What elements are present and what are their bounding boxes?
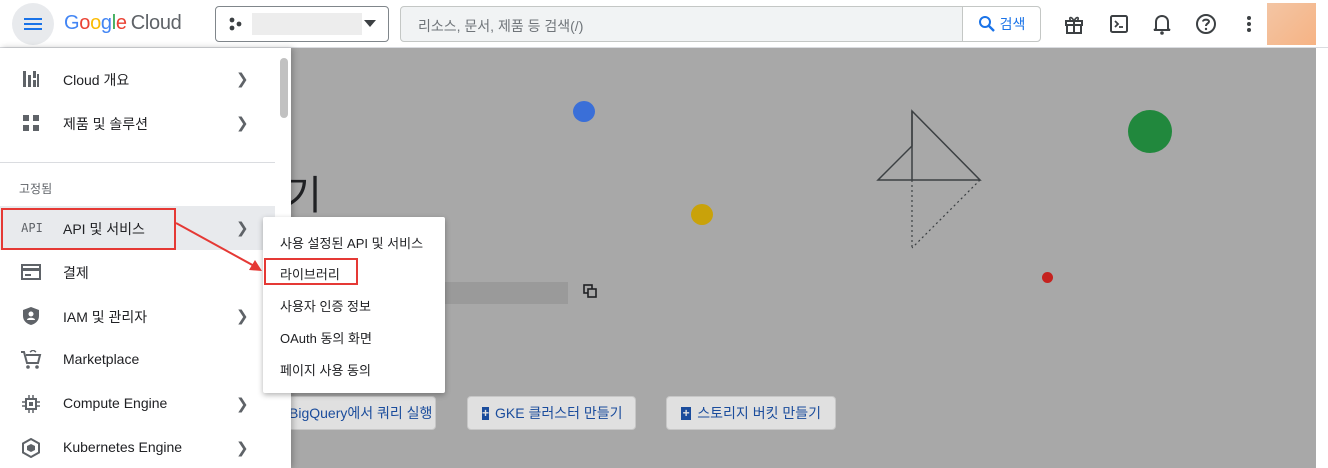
main-menu-button[interactable] bbox=[12, 3, 54, 45]
navigation-menu: Cloud 개요 ❯ 제품 및 솔루션 ❯ 고정됨 API API 및 서비스 … bbox=[0, 48, 291, 468]
more-vert-icon[interactable] bbox=[1237, 12, 1261, 36]
marketplace-icon bbox=[20, 350, 42, 370]
chevron-right-icon: ❯ bbox=[236, 71, 249, 88]
decoration-yellow-blob bbox=[691, 204, 713, 225]
sidebar-item-label: Marketplace bbox=[63, 351, 140, 367]
chevron-right-icon: ❯ bbox=[236, 220, 249, 237]
sidebar-item-marketplace[interactable]: Marketplace bbox=[0, 338, 275, 382]
sidebar-item-label: 결제 bbox=[63, 265, 89, 281]
sidebar-item-label: Cloud 개요 bbox=[63, 72, 130, 88]
chevron-right-icon: ❯ bbox=[236, 115, 249, 132]
search-input[interactable]: 리소스, 문서, 제품 등 검색(/) bbox=[418, 16, 583, 36]
sidebar-item-label: 제품 및 솔루션 bbox=[63, 116, 149, 132]
search-bar[interactable]: 리소스, 문서, 제품 등 검색(/) 검색 bbox=[400, 6, 1041, 42]
grid-icon bbox=[20, 113, 42, 133]
decoration-red-dot bbox=[1042, 272, 1053, 283]
top-bar: Google Cloud 리소스, 문서, 제품 등 검색(/) 검색 bbox=[0, 0, 1328, 48]
search-icon bbox=[978, 16, 995, 32]
dashboard-icon bbox=[20, 69, 42, 89]
api-services-submenu: 사용 설정된 API 및 서비스 라이브러리 사용자 인증 정보 OAuth 동… bbox=[263, 217, 445, 393]
bigquery-query-label: BigQuery에서 쿼리 실행 bbox=[289, 405, 433, 421]
library-highlight-box bbox=[264, 258, 358, 285]
decoration-green-blob bbox=[1128, 110, 1172, 153]
decoration-blue-blob bbox=[573, 101, 595, 122]
search-button-label: 검색 bbox=[999, 16, 1026, 32]
submenu-item-page-usage-agreement[interactable]: 페이지 사용 동의 bbox=[280, 360, 371, 379]
project-name-redacted bbox=[252, 13, 362, 35]
cloud-shell-icon[interactable] bbox=[1107, 12, 1131, 36]
sidebar-item-kubernetes-engine[interactable]: Kubernetes Engine ❯ bbox=[0, 426, 275, 468]
pinned-section-title: 고정됨 bbox=[19, 182, 53, 196]
api-services-highlight-box bbox=[1, 208, 176, 250]
project-icon bbox=[229, 17, 242, 31]
shield-icon bbox=[20, 306, 42, 326]
page-scrollbar[interactable] bbox=[1316, 48, 1328, 468]
submenu-item-enabled-apis[interactable]: 사용 설정된 API 및 서비스 bbox=[280, 233, 423, 252]
create-gke-cluster-button[interactable]: + GKE 클러스터 만들기 bbox=[467, 396, 636, 430]
add-icon: + bbox=[681, 405, 692, 420]
sidebar-item-label: IAM 및 관리자 bbox=[63, 309, 148, 325]
search-button[interactable]: 검색 bbox=[962, 7, 1040, 41]
create-gke-cluster-label: GKE 클러스터 만들기 bbox=[495, 405, 623, 421]
hamburger-icon bbox=[24, 18, 42, 30]
sidebar-item-label: Kubernetes Engine bbox=[63, 439, 183, 455]
sidebar-item-compute-engine[interactable]: Compute Engine ❯ bbox=[0, 382, 275, 426]
google-cloud-logo[interactable]: Google Cloud bbox=[64, 12, 182, 35]
sidebar-item-products-solutions[interactable]: 제품 및 솔루션 ❯ bbox=[0, 101, 275, 145]
project-id-redacted bbox=[444, 282, 568, 304]
account-avatar[interactable] bbox=[1267, 3, 1316, 45]
chevron-right-icon: ❯ bbox=[236, 396, 249, 413]
sidebar-divider bbox=[0, 162, 275, 163]
kubernetes-icon bbox=[20, 438, 42, 458]
gift-icon[interactable] bbox=[1062, 12, 1086, 36]
sidebar-item-iam-admin[interactable]: IAM 및 관리자 ❯ bbox=[0, 294, 275, 338]
sidebar-item-cloud-overview[interactable]: Cloud 개요 ❯ bbox=[0, 57, 275, 101]
dropdown-caret-icon bbox=[364, 20, 376, 27]
submenu-item-oauth-consent[interactable]: OAuth 동의 화면 bbox=[280, 328, 372, 347]
add-icon: + bbox=[482, 405, 490, 420]
project-picker[interactable] bbox=[215, 6, 389, 42]
chip-icon bbox=[20, 394, 42, 414]
create-storage-bucket-button[interactable]: + 스토리지 버킷 만들기 bbox=[666, 396, 836, 430]
help-icon[interactable] bbox=[1194, 12, 1218, 36]
bigquery-query-button[interactable]: BigQuery에서 쿼리 실행 bbox=[266, 396, 436, 430]
create-storage-bucket-label: 스토리지 버킷 만들기 bbox=[697, 405, 821, 421]
sidebar-item-billing[interactable]: 결제 bbox=[0, 250, 275, 294]
chevron-right-icon: ❯ bbox=[236, 308, 249, 325]
submenu-item-credentials[interactable]: 사용자 인증 정보 bbox=[280, 296, 371, 315]
chevron-right-icon: ❯ bbox=[236, 440, 249, 457]
billing-icon bbox=[20, 262, 42, 282]
copy-icon[interactable] bbox=[583, 284, 597, 298]
sidebar-item-label: Compute Engine bbox=[63, 395, 168, 411]
sidebar-scrollbar[interactable] bbox=[280, 58, 288, 118]
notifications-icon[interactable] bbox=[1150, 12, 1174, 36]
